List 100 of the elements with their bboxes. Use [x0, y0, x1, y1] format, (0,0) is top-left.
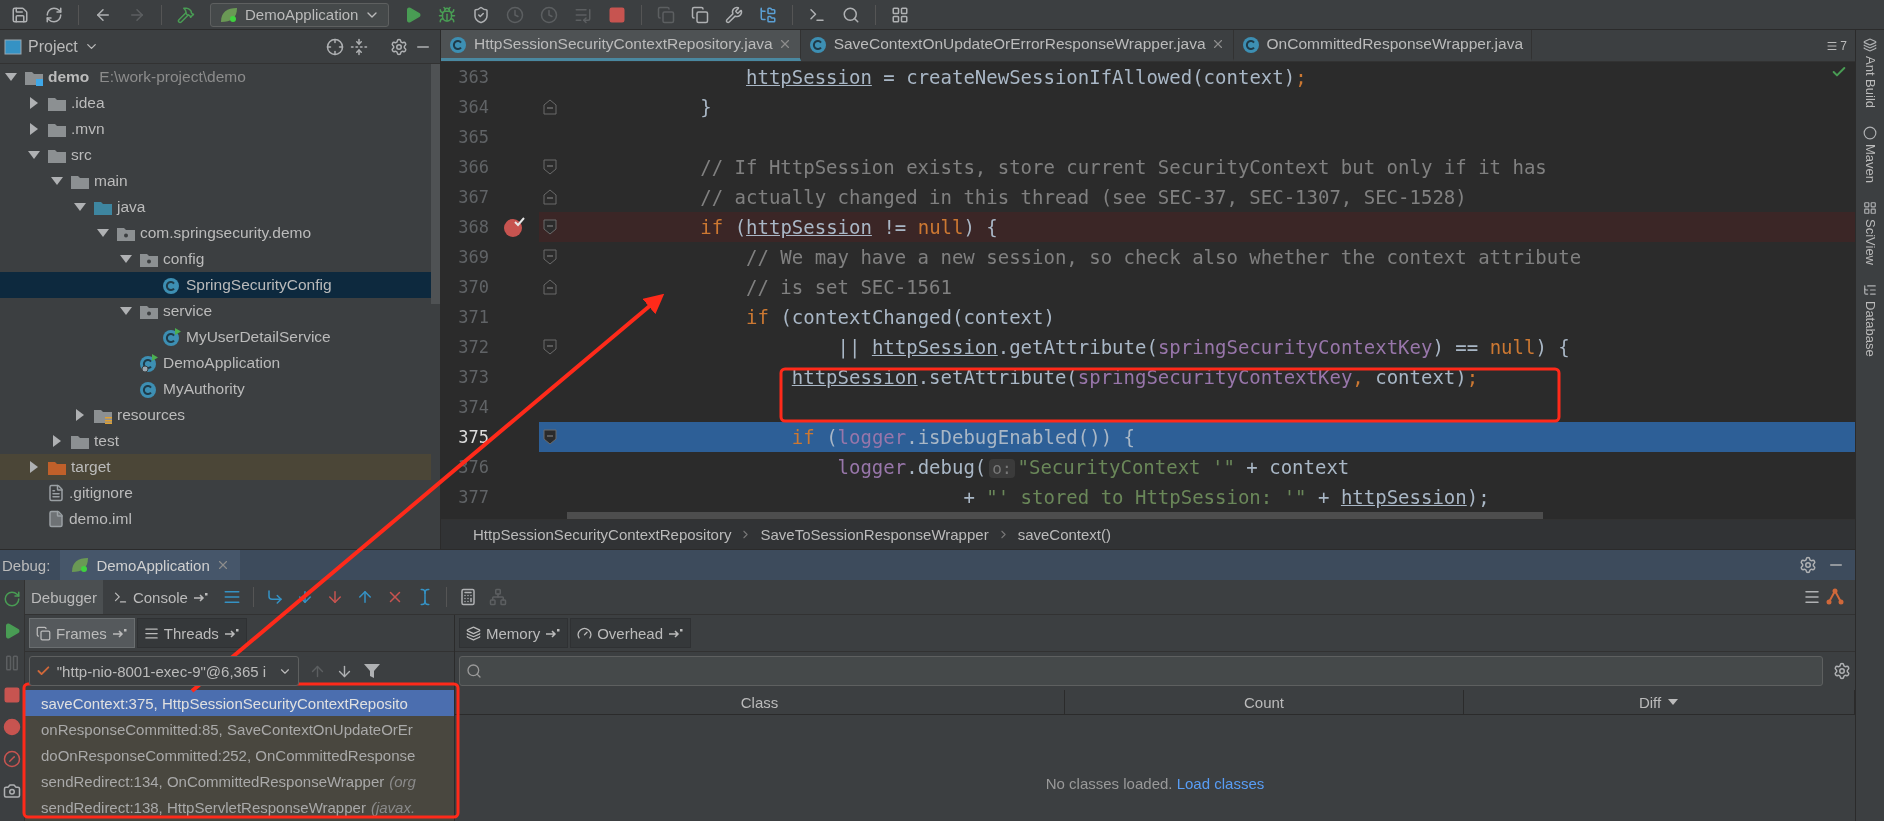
code-line: logger.debug( o: "SecurityContext '" + context: [836, 456, 1350, 478]
fold-marker-icon[interactable]: [542, 98, 558, 116]
stop-icon[interactable]: [3, 686, 21, 704]
fold-marker-icon[interactable]: [542, 248, 558, 266]
line-number: 377: [457, 487, 489, 507]
tool-window-button[interactable]: Database: [1862, 301, 1878, 357]
pin-icon[interactable]: [223, 628, 240, 638]
mute-breakpoints-icon[interactable]: [3, 750, 21, 768]
tree-item[interactable]: MyUserDetailService: [0, 324, 431, 350]
bug-icon[interactable]: [438, 5, 457, 24]
stack-frame[interactable]: onResponseCommitted:85, SaveContextOnUpdateOrEr: [25, 716, 454, 742]
execution-point-icon[interactable]: [222, 588, 241, 606]
filter-icon[interactable]: [363, 662, 381, 680]
tree-item[interactable]: config: [0, 246, 431, 272]
tree-item[interactable]: main: [0, 168, 431, 194]
wrench-icon[interactable]: [725, 5, 744, 24]
frames-tab[interactable]: Threads: [136, 618, 247, 648]
camera-icon[interactable]: [3, 782, 21, 800]
locate-icon[interactable]: [326, 37, 344, 56]
fold-marker-icon[interactable]: [542, 428, 558, 446]
column-header[interactable]: Class: [455, 690, 1065, 714]
pin-icon[interactable]: [668, 628, 685, 638]
memory-tab[interactable]: Memory: [459, 618, 569, 648]
fold-marker-icon[interactable]: [542, 338, 558, 356]
thread-dropdown[interactable]: "http-nio-8001-exec-9"@6,365 i: [29, 656, 299, 686]
tree-item[interactable]: MyAuthority: [0, 376, 431, 402]
stack-frame[interactable]: sendRedirect:134, OnCommittedResponseWrapper (org: [25, 768, 454, 794]
tree-item[interactable]: src: [0, 142, 431, 168]
search-field[interactable]: [459, 656, 1823, 686]
frames-tab[interactable]: Frames: [29, 618, 135, 648]
step-over-icon[interactable]: [265, 588, 284, 606]
breadcrumb[interactable]: HttpSessionSecurityContextRepository: [473, 526, 732, 543]
tool-window-button[interactable]: SciView: [1862, 219, 1878, 266]
tree-item[interactable]: resources: [0, 402, 431, 428]
code-line: || httpSession.getAttribute(springSecurityContextKey) == null) {: [836, 336, 1570, 358]
stack-frame[interactable]: saveContext:375, HttpSessionSecurityContextReposito: [25, 690, 454, 716]
tree-item[interactable]: DemoApplication: [0, 350, 431, 376]
tree-item[interactable]: test: [0, 428, 431, 454]
line-number: 364: [457, 97, 489, 117]
load-classes-link[interactable]: Load classes: [1176, 774, 1265, 792]
memory-tab[interactable]: Overhead: [570, 618, 692, 648]
save-icon[interactable]: [11, 5, 29, 24]
breadcrumb[interactable]: SaveToSessionResponseWrapper: [760, 526, 989, 543]
tab-overflow-button[interactable]: 7: [1818, 30, 1855, 61]
tree-item[interactable]: com.springsecurity.demo: [0, 220, 431, 246]
settings-icon[interactable]: [1799, 556, 1817, 574]
collapse-icon[interactable]: [350, 37, 368, 56]
tool-window-button[interactable]: Maven: [1862, 144, 1878, 184]
tree-item[interactable]: java: [0, 194, 431, 220]
horizontal-scrollbar[interactable]: [567, 512, 1543, 519]
copy-icon[interactable]: [691, 5, 710, 24]
menu-icon[interactable]: [1803, 588, 1821, 606]
breadcrumb[interactable]: saveContext(): [1017, 526, 1111, 543]
tree-item[interactable]: demo E:\work-project\demo: [0, 64, 431, 90]
search-icon[interactable]: [842, 5, 861, 24]
leaf-icon: [70, 556, 91, 574]
line-number: 368: [457, 217, 489, 237]
shield-icon[interactable]: [472, 5, 491, 24]
resume-icon[interactable]: [3, 622, 21, 640]
rerun-icon[interactable]: [3, 590, 21, 608]
project-view-dropdown[interactable]: Project: [28, 37, 99, 56]
pin-icon[interactable]: [111, 628, 128, 638]
pin-icon[interactable]: [545, 628, 562, 638]
fold-marker-icon[interactable]: [542, 158, 558, 176]
debug-tab[interactable]: Debugger: [25, 580, 103, 614]
run-icon[interactable]: [404, 5, 423, 24]
fold-marker-icon[interactable]: [542, 218, 558, 236]
tree-item[interactable]: .gitignore: [0, 480, 431, 506]
tree-item[interactable]: service: [0, 298, 431, 324]
tree-item[interactable]: .mvn: [0, 116, 431, 142]
debug-tab[interactable]: Console: [106, 580, 215, 614]
branch-icon[interactable]: [1825, 587, 1845, 607]
column-header[interactable]: Count: [1065, 690, 1464, 714]
project-path: E:\work-project\demo: [99, 68, 246, 86]
pin-icon[interactable]: [192, 592, 209, 602]
code-line: httpSession = createNewSessionIfAllowed(context);: [745, 66, 1307, 88]
fold-marker-icon[interactable]: [542, 278, 558, 296]
tree-item[interactable]: demo.iml: [0, 506, 431, 532]
tool-window-button[interactable]: Ant Build: [1862, 56, 1878, 109]
code-line: // If HttpSession exists, store current SecurityContext but only if it has: [699, 156, 1547, 178]
code-line: if (contextChanged(context): [745, 306, 1055, 328]
tree-item[interactable]: SpringSecurityConfig: [0, 272, 431, 298]
calculator-icon[interactable]: [458, 588, 477, 606]
editor-tab[interactable]: HttpSessionSecurityContextRepository.java: [441, 30, 801, 61]
settings-icon[interactable]: [390, 37, 408, 56]
folder-tree-icon[interactable]: [759, 5, 778, 24]
settings-icon[interactable]: [1833, 662, 1851, 680]
tree-item[interactable]: .idea: [0, 90, 431, 116]
breakpoint-icon[interactable]: [503, 216, 525, 238]
breakpoints-icon[interactable]: [3, 718, 21, 736]
fold-marker-icon[interactable]: [542, 188, 558, 206]
layout-icon[interactable]: [891, 5, 910, 24]
vertical-scrollbar[interactable]: [431, 64, 440, 304]
refresh-icon[interactable]: [45, 5, 63, 24]
tree-item[interactable]: target: [0, 454, 431, 480]
stack-frame[interactable]: doOnResponseCommitted:252, OnCommittedResponse: [25, 742, 454, 768]
stop-icon[interactable]: [608, 5, 627, 24]
run-config-dropdown[interactable]: DemoApplication: [210, 2, 390, 27]
session-tab[interactable]: DemoApplication: [60, 550, 240, 580]
hammer-icon[interactable]: [177, 5, 195, 24]
